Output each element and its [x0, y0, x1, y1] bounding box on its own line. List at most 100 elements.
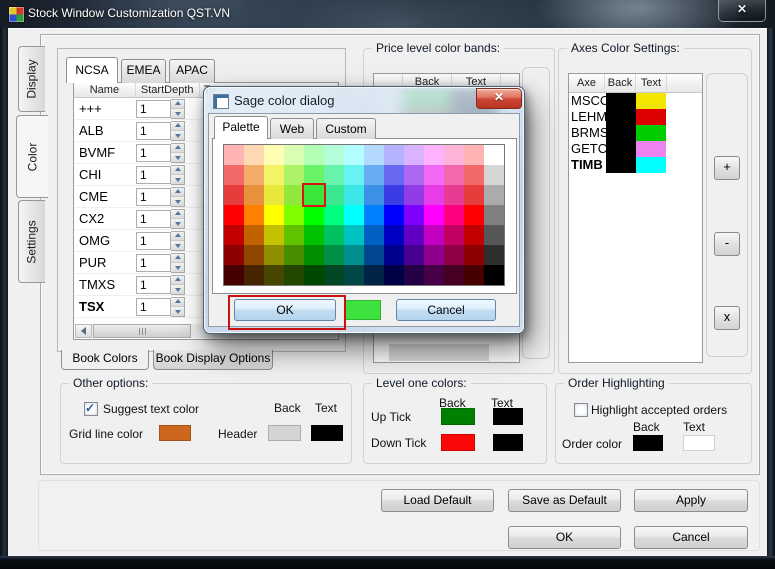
palette-color-cell[interactable] [324, 265, 344, 285]
axes-remove-button[interactable]: - [714, 232, 740, 256]
palette-color-cell[interactable] [404, 145, 424, 165]
palette-color-cell[interactable] [484, 265, 504, 285]
palette-color-cell[interactable] [304, 265, 324, 285]
spin-down-icon[interactable] [171, 240, 184, 250]
palette-color-cell[interactable] [364, 145, 384, 165]
tab-custom[interactable]: Custom [316, 118, 376, 139]
start-depth-stepper[interactable] [171, 143, 185, 163]
start-depth-input[interactable]: 1 [136, 276, 171, 294]
palette-color-cell[interactable] [224, 145, 244, 165]
palette-color-cell[interactable] [304, 145, 324, 165]
column-header-back[interactable]: Back [605, 74, 636, 92]
palette-color-cell[interactable] [404, 165, 424, 185]
start-depth-input[interactable]: 1 [136, 144, 171, 162]
palette-color-cell[interactable] [464, 185, 484, 205]
spin-down-icon[interactable] [171, 262, 184, 272]
palette-color-cell[interactable] [324, 165, 344, 185]
palette-color-cell[interactable] [404, 205, 424, 225]
palette-color-cell[interactable] [364, 165, 384, 185]
start-depth-input[interactable]: 1 [136, 166, 171, 184]
palette-color-cell[interactable] [464, 225, 484, 245]
palette-color-cell[interactable] [304, 205, 324, 225]
palette-color-cell[interactable] [384, 265, 404, 285]
start-depth-stepper[interactable] [171, 209, 185, 229]
highlight-accepted-orders-checkbox[interactable] [574, 403, 588, 417]
palette-color-cell[interactable] [464, 265, 484, 285]
start-depth-input[interactable]: 1 [136, 188, 171, 206]
scrollbar-thumb[interactable] [93, 324, 191, 338]
palette-color-cell[interactable] [284, 225, 304, 245]
header-back-swatch[interactable] [268, 425, 301, 441]
axe-back-swatch[interactable] [606, 157, 636, 173]
axes-add-button[interactable]: + [714, 156, 740, 180]
axes-table-row[interactable]: LEHM [569, 109, 702, 125]
palette-color-cell[interactable] [284, 265, 304, 285]
palette-color-cell[interactable] [224, 225, 244, 245]
palette-color-cell[interactable] [484, 145, 504, 165]
axe-back-swatch[interactable] [606, 125, 636, 141]
start-depth-input[interactable]: 1 [136, 100, 171, 118]
palette-color-cell[interactable] [384, 245, 404, 265]
palette-color-cell[interactable] [464, 205, 484, 225]
sage-cancel-button[interactable]: Cancel [396, 299, 496, 321]
palette-color-cell[interactable] [324, 145, 344, 165]
palette-color-cell[interactable] [404, 225, 424, 245]
palette-color-cell[interactable] [364, 205, 384, 225]
tab-display[interactable]: Display [18, 46, 45, 112]
palette-color-cell[interactable] [264, 165, 284, 185]
start-depth-stepper[interactable] [171, 253, 185, 273]
palette-color-cell[interactable] [284, 205, 304, 225]
tab-region-emea[interactable]: EMEA [121, 59, 166, 83]
palette-color-cell[interactable] [224, 265, 244, 285]
palette-color-cell[interactable] [424, 245, 444, 265]
spin-down-icon[interactable] [171, 152, 184, 162]
up-tick-back-swatch[interactable] [441, 408, 475, 425]
start-depth-stepper[interactable] [171, 187, 185, 207]
spin-up-icon[interactable] [171, 188, 184, 197]
suggest-text-color-checkbox[interactable] [84, 402, 98, 416]
palette-color-cell[interactable] [224, 185, 244, 205]
spin-up-icon[interactable] [171, 210, 184, 219]
palette-color-cell[interactable] [444, 265, 464, 285]
palette-color-cell[interactable] [484, 225, 504, 245]
column-header-text[interactable]: Text [636, 74, 667, 92]
start-depth-stepper[interactable] [171, 165, 185, 185]
palette-color-cell[interactable] [364, 185, 384, 205]
palette-color-cell[interactable] [404, 245, 424, 265]
ok-button[interactable]: OK [508, 526, 621, 549]
axe-text-swatch[interactable] [636, 93, 666, 109]
down-tick-back-swatch[interactable] [441, 434, 475, 451]
palette-color-cell[interactable] [384, 165, 404, 185]
palette-color-cell[interactable] [324, 205, 344, 225]
palette-color-cell[interactable] [424, 185, 444, 205]
spin-up-icon[interactable] [171, 166, 184, 175]
palette-color-cell[interactable] [444, 205, 464, 225]
start-depth-input[interactable]: 1 [136, 298, 171, 316]
tab-region-ncsa[interactable]: NCSA [66, 57, 118, 83]
palette-color-cell[interactable] [404, 185, 424, 205]
palette-color-cell[interactable] [424, 265, 444, 285]
tab-web[interactable]: Web [270, 118, 314, 139]
start-depth-input[interactable]: 1 [136, 122, 171, 140]
palette-color-cell[interactable] [244, 225, 264, 245]
palette-color-cell[interactable] [384, 185, 404, 205]
palette-color-cell[interactable] [444, 145, 464, 165]
price-bands-scroll-area[interactable] [389, 344, 489, 361]
palette-color-cell[interactable] [344, 225, 364, 245]
axes-table-row[interactable]: GETC [569, 141, 702, 157]
palette-color-cell[interactable] [384, 145, 404, 165]
spin-up-icon[interactable] [171, 144, 184, 153]
spin-up-icon[interactable] [171, 298, 184, 307]
palette-color-cell[interactable] [304, 165, 324, 185]
palette-color-cell[interactable] [364, 265, 384, 285]
palette-color-cell[interactable] [364, 245, 384, 265]
spin-up-icon[interactable] [171, 254, 184, 263]
spin-down-icon[interactable] [171, 218, 184, 228]
palette-color-cell[interactable] [244, 245, 264, 265]
spin-up-icon[interactable] [171, 122, 184, 131]
palette-color-cell[interactable] [224, 205, 244, 225]
save-as-default-button[interactable]: Save as Default [508, 489, 621, 512]
start-depth-input[interactable]: 1 [136, 254, 171, 272]
palette-color-cell[interactable] [424, 225, 444, 245]
palette-color-cell[interactable] [264, 225, 284, 245]
